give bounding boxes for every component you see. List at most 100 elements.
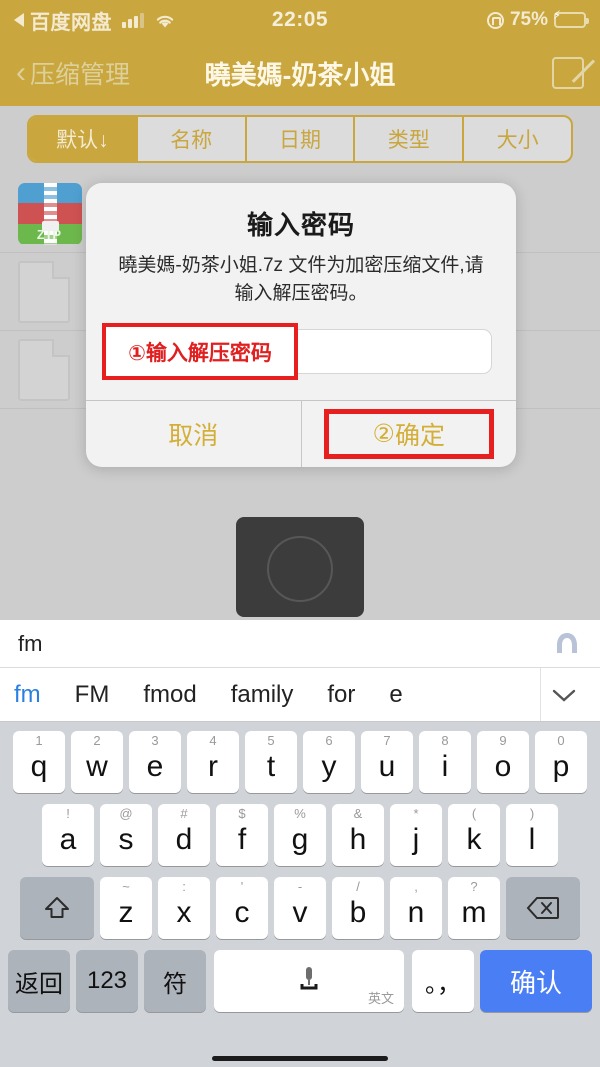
candidate-item[interactable]: for	[327, 681, 355, 709]
key-label: r	[208, 750, 218, 783]
key-o[interactable]: 9o	[477, 731, 529, 793]
ime-logo-icon[interactable]	[552, 629, 582, 659]
key-a[interactable]: ! a	[42, 804, 94, 866]
candidate-item[interactable]: family	[231, 681, 294, 709]
key-f[interactable]: $ f	[216, 804, 268, 866]
key-e[interactable]: 3e	[129, 731, 181, 793]
key-hint: ?	[470, 879, 478, 894]
key-hint: ~	[122, 879, 130, 894]
key-label: u	[378, 750, 396, 783]
zip-file-icon: ZIP	[18, 182, 82, 245]
symbols-key[interactable]: 符	[144, 950, 206, 1012]
key-hint: 9	[499, 733, 507, 748]
key-label: c	[234, 896, 250, 929]
key-r[interactable]: 4r	[187, 731, 239, 793]
key-t[interactable]: 5t	[245, 731, 297, 793]
annotation-step-number: ②	[372, 420, 395, 449]
key-hint: 7	[383, 733, 391, 748]
key-hint: &	[353, 806, 363, 821]
key-label: s	[118, 823, 134, 856]
key-label: g	[291, 823, 309, 856]
candidate-item[interactable]: e	[389, 681, 402, 709]
enter-confirm-key[interactable]: 确认	[480, 950, 592, 1012]
key-i[interactable]: 8i	[419, 731, 471, 793]
space-key[interactable]: 英文	[214, 950, 404, 1012]
compose-edit-icon[interactable]	[552, 57, 584, 89]
nav-back-button[interactable]: ‹ 压缩管理	[16, 55, 130, 91]
chevron-left-icon: ‹	[16, 56, 26, 89]
key-hint: 4	[209, 733, 217, 748]
key-b[interactable]: / b	[332, 877, 384, 939]
candidate-item[interactable]: fmod	[143, 681, 196, 709]
circle-outline-icon	[267, 536, 333, 602]
key-hint: 0	[557, 733, 565, 748]
key-l[interactable]: ) l	[506, 804, 558, 866]
home-indicator	[212, 1056, 388, 1061]
key-label: i	[441, 750, 449, 783]
key-label: p	[552, 750, 570, 783]
sort-tab-name[interactable]: 名称	[138, 117, 247, 161]
phone-screen: 百度网盘 22:05 75% ⚡ ‹ 压缩管理 曉美媽-奶茶小姐 默认↓ 名称 …	[0, 0, 600, 1067]
key-label: f	[237, 823, 247, 856]
status-bar: 百度网盘 22:05 75% ⚡	[0, 0, 600, 40]
key-label: d	[175, 823, 193, 856]
battery-charging-icon: ⚡	[553, 9, 589, 28]
key-hint: @	[119, 806, 133, 821]
battery-percent-label: 75%	[509, 9, 548, 30]
key-hint: $	[238, 806, 246, 821]
key-q[interactable]: 1q	[13, 731, 65, 793]
microphone-icon	[294, 964, 324, 998]
dialog-title: 输入密码	[246, 210, 355, 240]
key-u[interactable]: 7u	[361, 731, 413, 793]
key-label: a	[59, 823, 77, 856]
candidate-item[interactable]: FM	[75, 681, 110, 709]
key-z[interactable]: ~ z	[100, 877, 152, 939]
space-language-label: 英文	[367, 991, 394, 1006]
key-label: m	[461, 896, 487, 929]
sort-tab-date[interactable]: 日期	[247, 117, 356, 161]
key-p[interactable]: 0p	[535, 731, 587, 793]
cancel-button[interactable]: 取消	[86, 401, 302, 468]
key-hint: 8	[441, 733, 449, 748]
key-v[interactable]: -v	[274, 877, 326, 939]
candidate-fade	[512, 668, 538, 721]
key-y[interactable]: 6y	[303, 731, 355, 793]
return-key[interactable]: 返回	[8, 950, 70, 1012]
key-g[interactable]: % g	[274, 804, 326, 866]
keyboard-row-1: 1q 2w 3e 4r 5t 6y 7u 8i 9o 0p	[5, 731, 595, 793]
key-hint: (	[471, 806, 477, 821]
numbers-key[interactable]: 123	[76, 950, 138, 1012]
nav-back-label: 压缩管理	[30, 61, 131, 89]
key-n[interactable]: ,n	[390, 877, 442, 939]
media-thumbnail[interactable]	[236, 517, 364, 617]
candidate-item[interactable]: fm	[14, 681, 41, 709]
key-c[interactable]: ' c	[216, 877, 268, 939]
key-k[interactable]: (k	[448, 804, 500, 866]
key-x[interactable]: :x	[158, 877, 210, 939]
status-right-group: 75% ⚡	[486, 9, 589, 31]
key-m[interactable]: ? m	[448, 877, 500, 939]
key-j[interactable]: * j	[390, 804, 442, 866]
password-input-wrap: ①输入解压密码	[102, 323, 492, 381]
key-s[interactable]: @ s	[100, 804, 152, 866]
key-label: q	[30, 750, 48, 783]
confirm-button-label: 确定	[394, 422, 445, 451]
rotation-lock-icon	[486, 11, 504, 29]
key-hint: /	[356, 879, 360, 894]
key-hint: 1	[35, 733, 43, 748]
sort-tab-size[interactable]: 大小	[464, 117, 571, 161]
sort-segmented-control[interactable]: 默认↓ 名称 日期 类型 大小	[27, 115, 573, 163]
chevron-down-icon[interactable]	[540, 668, 586, 721]
backspace-delete-icon[interactable]	[506, 877, 580, 939]
key-d[interactable]: # d	[158, 804, 210, 866]
compose-bar: fm	[0, 620, 600, 668]
password-dialog: 输入密码 曉美媽-奶茶小姐.7z 文件为加密压缩文件,请输入解压密码。 ①输入解…	[86, 183, 517, 468]
confirm-button[interactable]: ② 确定	[302, 401, 517, 467]
sort-tab-default[interactable]: 默认↓	[29, 117, 138, 161]
key-w[interactable]: 2w	[71, 731, 123, 793]
key-h[interactable]: & h	[332, 804, 384, 866]
key-label: y	[321, 750, 337, 783]
sort-tab-type[interactable]: 类型	[355, 117, 465, 161]
shift-arrow-icon[interactable]	[20, 877, 94, 939]
punctuation-key[interactable]: 。，	[412, 950, 474, 1012]
